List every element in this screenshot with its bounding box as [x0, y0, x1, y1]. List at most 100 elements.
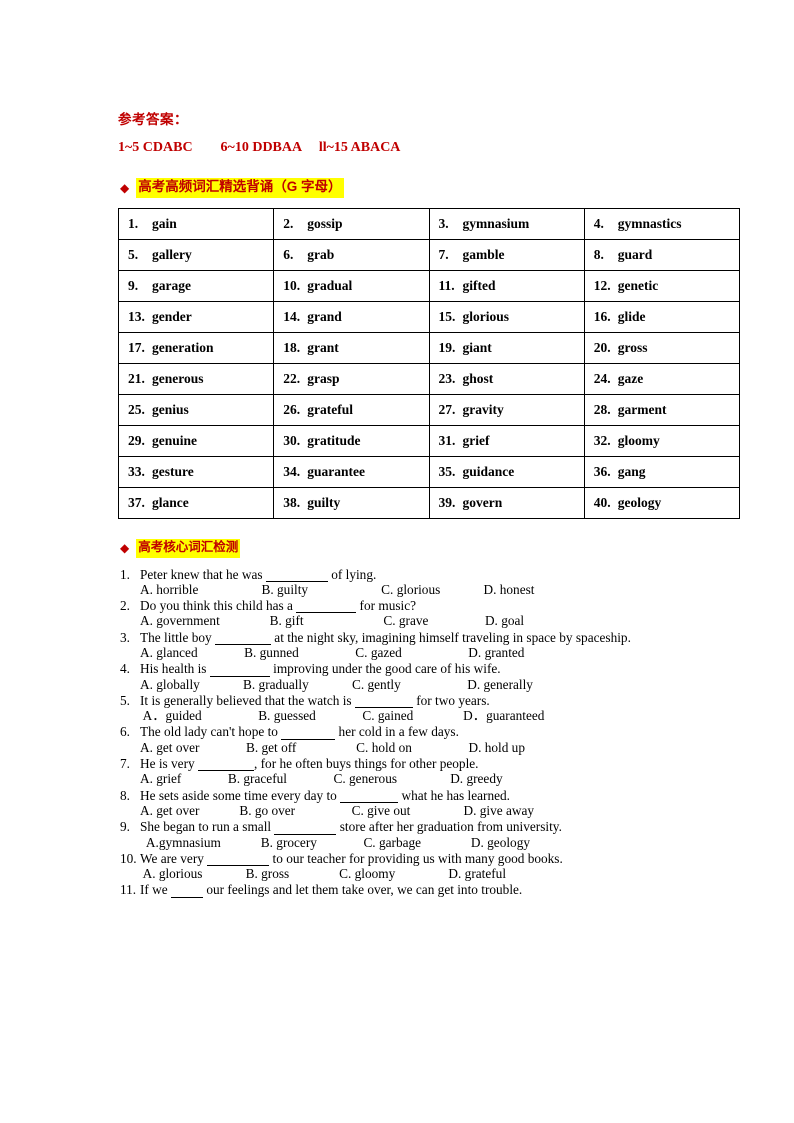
table-row: 13. gender 14. grand 15. glorious 16. glide	[117, 300, 741, 333]
question-number: 7.	[120, 756, 130, 772]
vocab-cell: 38. guilty	[273, 486, 430, 519]
vocab-cell: 2. gossip	[273, 207, 430, 240]
quiz-question: 3. The little boy at the night sky, imagi…	[118, 629, 739, 645]
vocab-word: generation	[152, 339, 214, 355]
vocab-cell: 33. gesture	[117, 455, 275, 488]
question-stem-pre: His health is	[140, 661, 210, 677]
vocab-word: glance	[152, 494, 189, 510]
vocab-number: 13.	[128, 308, 145, 324]
question-number: 3.	[120, 629, 130, 645]
quiz-question: 9. She began to run a small store after h…	[118, 819, 739, 835]
question-options: A. grief B. graceful C. generous D. gree…	[140, 771, 503, 787]
vocab-cell: 12. genetic	[583, 269, 741, 302]
question-stem: Peter knew that he was of lying.	[140, 566, 739, 582]
question-stem: Do you think this child has a for music?	[140, 598, 739, 614]
vocab-word: gang	[617, 463, 646, 479]
section-heading-quiz: ◆ 高考核心词汇检测	[118, 538, 739, 558]
question-stem: The little boy at the night sky, imagini…	[140, 631, 739, 645]
vocab-number: 37.	[128, 494, 145, 510]
section-title-quiz: 高考核心词汇检测	[136, 538, 241, 558]
vocab-word: gender	[152, 308, 192, 324]
answer-blank	[207, 852, 270, 867]
question-stem: She began to run a small store after her…	[140, 819, 739, 835]
vocab-number: 34.	[283, 463, 301, 479]
question-stem-pre: He is very	[140, 756, 198, 772]
vocab-cell: 23. ghost	[428, 362, 585, 395]
vocab-word: ghost	[462, 370, 494, 386]
vocab-cell: 7. gamble	[428, 238, 585, 271]
vocab-number: 16.	[593, 308, 611, 324]
quiz-question: 8. He sets aside some time every day to w…	[118, 787, 739, 803]
vocab-cell: 29. genuine	[117, 424, 275, 457]
vocab-cell: 10. gradual	[273, 269, 430, 302]
vocab-cell: 16. glide	[583, 300, 741, 333]
vocab-cell: 31. grief	[428, 424, 585, 457]
question-number: 6.	[120, 724, 130, 740]
vocab-number: 31.	[438, 432, 456, 448]
vocab-cell: 39. govern	[428, 486, 585, 519]
question-options: A.gymnasium B. grocery C. garbage D. geo…	[140, 834, 530, 850]
vocab-word: grasp	[307, 370, 340, 386]
question-stem-post: to our teacher for providing us with man…	[269, 850, 563, 866]
vocab-cell: 27. gravity	[428, 393, 585, 426]
answer-blank	[340, 789, 399, 803]
vocab-cell: 30. gratitude	[273, 424, 430, 457]
answer-blank	[274, 820, 337, 835]
question-stem: If we our feelings and let them take ove…	[140, 882, 739, 898]
vocab-word: gross	[617, 339, 648, 355]
vocab-number: 19.	[438, 339, 456, 355]
answer-blank	[265, 568, 328, 582]
vocab-number: 30.	[283, 432, 301, 448]
vocab-cell: 17. generation	[117, 331, 275, 364]
vocab-cell: 37. glance	[117, 486, 275, 519]
vocab-number: 9.	[128, 277, 139, 293]
vocab-word: gravity	[462, 401, 504, 417]
vocab-cell: 3. gymnasium	[428, 207, 585, 240]
question-stem: His health is improving under the good c…	[140, 661, 739, 677]
vocab-word: geology	[617, 494, 662, 510]
question-stem-post: what he has learned.	[398, 787, 511, 803]
vocab-word: guarantee	[307, 463, 365, 479]
vocab-word: govern	[462, 494, 503, 510]
answer-blank	[296, 599, 357, 614]
question-stem-post: improving under the good care of his wif…	[269, 661, 501, 677]
vocab-cell: 24. gaze	[583, 362, 741, 395]
question-options: A. horrible B. guilty C. glorious D. hon…	[140, 581, 535, 597]
vocabulary-table: 1. gain 2. gossip 3. gymnasium 4. gymnastics 5. g…	[117, 207, 741, 519]
answers-title: 参考答案：	[118, 112, 188, 127]
section-title-vocab: 高考高频词汇精选背诵（G 字母）	[136, 178, 344, 198]
vocab-word: genetic	[617, 277, 659, 293]
vocab-number: 11.	[438, 277, 455, 293]
vocab-word: gymnastics	[617, 215, 682, 231]
vocab-number: 6.	[283, 246, 294, 262]
table-row: 37. glance 38. guilty 39. govern 40. geology	[117, 486, 741, 519]
vocab-number: 3.	[438, 215, 449, 231]
table-row: 17. generation 18. grant 19. giant 20. gross	[117, 331, 741, 364]
vocab-number: 4.	[593, 215, 604, 231]
vocab-word: gain	[152, 215, 177, 231]
question-number: 2.	[120, 598, 130, 614]
question-stem-post: of lying.	[327, 566, 377, 582]
vocab-cell: 15. glorious	[428, 300, 585, 333]
question-options: A. government B. gift C. grave D. goal	[140, 613, 525, 629]
question-number: 5.	[120, 692, 130, 708]
question-number: 8.	[120, 787, 130, 803]
question-stem-post: store after her graduation from universi…	[336, 819, 562, 835]
vocab-word: garage	[152, 277, 191, 293]
vocab-number: 14.	[283, 308, 301, 324]
vocab-number: 24.	[593, 370, 611, 386]
question-stem-post: for music?	[356, 598, 417, 614]
vocab-number: 28.	[593, 401, 611, 417]
vocab-cell: 11. gifted	[428, 269, 585, 302]
table-row: 33. gesture 34. guarantee 35. guidance 36. gang	[117, 455, 741, 488]
question-number: 1.	[120, 566, 130, 582]
question-stem-post: for two years.	[412, 692, 490, 708]
vocab-cell: 22. grasp	[273, 362, 430, 395]
question-stem-pre: The little boy	[140, 629, 215, 645]
diamond-icon: ◆	[120, 180, 130, 195]
vocab-cell: 35. guidance	[428, 455, 585, 488]
question-stem-post: our feelings and let them take over, we …	[203, 882, 523, 898]
vocab-word: gamble	[462, 246, 505, 262]
vocab-number: 8.	[593, 246, 604, 262]
vocab-word: grant	[307, 339, 339, 355]
